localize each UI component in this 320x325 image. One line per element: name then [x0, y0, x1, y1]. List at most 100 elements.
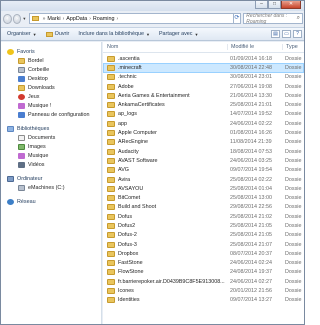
file-row[interactable]: Aeria Games & Entertainment 21/06/2014 13…: [103, 91, 304, 100]
minimize-button[interactable]: –: [255, 1, 268, 9]
nav-item-music[interactable]: Musique: [1, 151, 101, 160]
chevron-right-icon[interactable]: ›: [89, 16, 91, 22]
column-header-name[interactable]: Nom: [103, 44, 227, 50]
nav-item-jeux[interactable]: Jeux: [1, 92, 101, 101]
nav-item-control-panel[interactable]: Panneau de configuration: [1, 110, 101, 119]
file-row[interactable]: .technic 30/08/2014 23:01 Dossie: [103, 73, 304, 82]
folder-icon: [107, 222, 115, 229]
music-icon: [18, 152, 25, 159]
file-row[interactable]: Adobe 27/06/2014 19:08 Dossie: [103, 82, 304, 91]
file-row[interactable]: Icones 20/01/2012 21:56 Dossie: [103, 286, 304, 295]
file-row[interactable]: Dropbox 08/07/2014 20:37 Dossie: [103, 249, 304, 258]
file-row[interactable]: Dofus 25/08/2014 21:02 Dossie: [103, 212, 304, 221]
close-button[interactable]: ✕: [281, 1, 301, 9]
file-date: 24/08/2014 19:37: [230, 269, 272, 276]
file-date: 24/06/2014 03:25: [230, 157, 272, 164]
folder-icon: [107, 130, 115, 137]
include-in-library-button[interactable]: Inclure dans la bibliothèque ▼: [78, 31, 150, 37]
file-row[interactable]: AVAST Software 24/06/2014 03:25 Dossie: [103, 156, 304, 165]
nav-item-drive-c[interactable]: eMachines (C:): [1, 183, 101, 192]
favorites-group: Favoris Bordel Corbeille Desktop Downloa…: [1, 47, 101, 119]
nav-item-desktop[interactable]: Desktop: [1, 74, 101, 83]
file-row[interactable]: AnkamaCertificates 25/08/2014 21:01 Dossie: [103, 100, 304, 109]
file-row[interactable]: Avira 25/08/2014 02:22 Dossie: [103, 175, 304, 184]
control-panel-icon: [18, 111, 25, 118]
file-date: 30/08/2014 22:48: [230, 64, 272, 71]
file-row[interactable]: Dofus2 25/08/2014 21:05 Dossie: [103, 221, 304, 230]
nav-item-label: Images: [28, 143, 46, 150]
folder-icon: [107, 102, 115, 109]
file-row[interactable]: Apple Computer 01/08/2014 16:26 Dossie: [103, 128, 304, 137]
folder-icon: [107, 120, 115, 127]
recent-pages-dropdown[interactable]: ▼: [22, 16, 26, 21]
file-row[interactable]: ARecEngine 11/08/2014 21:39 Dossie: [103, 138, 304, 147]
share-with-button[interactable]: Partager avec ▼: [159, 31, 199, 37]
file-row[interactable]: Dofus-3 25/08/2014 21:07 Dossie: [103, 240, 304, 249]
forward-button[interactable]: ›: [12, 13, 22, 24]
file-row[interactable]: ap_logs 14/07/2014 19:52 Dossie: [103, 110, 304, 119]
folder-icon: [18, 57, 25, 64]
file-name-cell: AVSAYOU: [103, 185, 227, 192]
file-row[interactable]: Audacity 18/08/2014 07:53 Dossie: [103, 147, 304, 156]
view-options-icon[interactable]: ▤: [271, 30, 280, 38]
organize-button[interactable]: Organiser ▼: [7, 31, 37, 37]
back-button[interactable]: ‹: [3, 13, 12, 24]
nav-computer[interactable]: Ordinateur: [1, 174, 101, 183]
nav-item-corbeille[interactable]: Corbeille: [1, 65, 101, 74]
file-row[interactable]: Identities 09/07/2014 13:27 Dossie: [103, 296, 304, 305]
folder-icon: [107, 241, 115, 248]
address-bar[interactable]: » Marki › AppData › Roaming ›: [28, 13, 234, 24]
organize-label: Organiser: [7, 31, 31, 37]
file-row[interactable]: fr.barrierepoker.air.D0439B9C8F5E913008.…: [103, 277, 304, 286]
file-row[interactable]: Dofus-2 25/08/2014 21:05 Dossie: [103, 231, 304, 240]
file-name-cell: Build and Shoot: [103, 204, 227, 211]
file-name-cell: ARecEngine: [103, 139, 227, 146]
file-row[interactable]: AVSAYOU 25/08/2014 01:04 Dossie: [103, 184, 304, 193]
file-row[interactable]: .ascentia 01/09/2014 16:18 Dossie: [103, 54, 304, 63]
folder-icon: [107, 139, 115, 146]
file-row[interactable]: FlowStone 24/08/2014 19:37 Dossie: [103, 268, 304, 277]
folder-icon: [107, 83, 115, 90]
nav-item-downloads[interactable]: Downloads: [1, 83, 101, 92]
maximize-button[interactable]: □: [268, 1, 281, 9]
file-row[interactable]: .minecraft 30/08/2014 22:48 Dossie: [103, 63, 304, 73]
nav-item-label: Desktop: [28, 75, 48, 82]
nav-item-images[interactable]: Images: [1, 142, 101, 151]
chevron-right-icon[interactable]: ›: [63, 16, 65, 22]
file-row[interactable]: AVG 09/07/2014 19:54 Dossie: [103, 166, 304, 175]
column-header-type[interactable]: Type: [282, 44, 304, 50]
chevron-right-icon[interactable]: »: [43, 16, 46, 22]
file-row[interactable]: app 24/06/2014 02:22 Dossie: [103, 119, 304, 128]
file-row[interactable]: FastStone 24/06/2014 02:24 Dossie: [103, 259, 304, 268]
breadcrumb-marki[interactable]: Marki: [47, 16, 60, 22]
hard-drive-icon: [18, 184, 25, 191]
help-icon[interactable]: ?: [293, 30, 302, 38]
file-date: 09/07/2014 19:54: [230, 167, 272, 174]
nav-favorites[interactable]: Favoris: [1, 47, 101, 56]
nav-libraries[interactable]: Bibliothèques: [1, 124, 101, 133]
file-date: 29/08/2014 22:56: [230, 204, 272, 211]
nav-item-bordel[interactable]: Bordel: [1, 56, 101, 65]
column-header-date[interactable]: Modifié le: [227, 44, 282, 50]
breadcrumb-roaming[interactable]: Roaming: [93, 16, 115, 22]
file-date: 24/06/2014 02:24: [230, 260, 272, 267]
file-type: Dossie: [285, 176, 302, 183]
nav-item-musique[interactable]: Musique !: [1, 101, 101, 110]
open-button[interactable]: Ouvrir: [45, 31, 69, 37]
file-row[interactable]: BitComet 25/08/2014 13:00 Dossie: [103, 193, 304, 202]
refresh-button[interactable]: ⟳: [233, 13, 242, 24]
nav-network[interactable]: Réseau: [1, 197, 101, 206]
preview-pane-icon[interactable]: ▭: [282, 30, 291, 38]
chevron-right-icon[interactable]: ›: [116, 16, 118, 22]
nav-item-videos[interactable]: Vidéos: [1, 160, 101, 169]
file-name: Dofus: [118, 213, 133, 220]
file-date: 24/06/2014 02:22: [230, 120, 272, 127]
folder-icon: [107, 260, 115, 267]
file-row[interactable]: Build and Shoot 29/08/2014 22:56 Dossie: [103, 203, 304, 212]
nav-item-documents[interactable]: Documents: [1, 133, 101, 142]
breadcrumb-appdata[interactable]: AppData: [66, 16, 87, 22]
search-input[interactable]: Rechercher dans : Roaming ⌕: [243, 13, 303, 25]
video-icon: [18, 161, 25, 168]
library-icon: [7, 125, 14, 132]
search-icon[interactable]: ⌕: [297, 15, 300, 22]
